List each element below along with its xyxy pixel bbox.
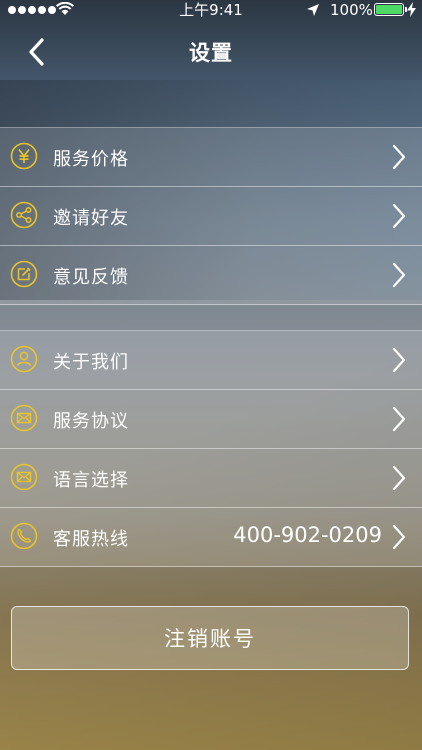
menu-item-feedback[interactable]: 意见反馈 (0, 246, 422, 305)
menu-item-about-us[interactable]: 关于我们 (0, 330, 422, 390)
menu-item-service-agreement[interactable]: 服务协议 (0, 390, 422, 449)
settings-group-1: 服务价格 邀请好友 意见反馈 (0, 127, 422, 305)
menu-item-label: 语言选择 (53, 470, 129, 491)
status-bar: 上午9:41 100% (0, 0, 422, 22)
chevron-right-icon (392, 465, 406, 491)
chevron-right-icon (392, 144, 406, 170)
settings-screen: 上午9:41 100% 设置 服务价格 邀请好友 意见反馈 关于我们 服务协议 … (0, 0, 422, 750)
chevron-right-icon (392, 262, 406, 288)
menu-item-label: 服务协议 (53, 411, 129, 432)
battery-icon (374, 3, 407, 16)
user-icon (10, 345, 38, 373)
settings-group-2: 关于我们 服务协议 语言选择 客服热线 400-902-0209 (0, 330, 422, 567)
chevron-right-icon (392, 347, 406, 373)
menu-item-label: 意见反馈 (53, 267, 129, 288)
share-icon (10, 201, 38, 229)
yen-icon (10, 142, 38, 170)
menu-item-customer-hotline[interactable]: 客服热线 400-902-0209 (0, 508, 422, 567)
charging-bolt-icon (407, 2, 416, 17)
logout-button[interactable]: 注销账号 (11, 606, 409, 670)
menu-item-label: 关于我们 (53, 352, 129, 373)
page-title: 设置 (189, 41, 233, 65)
chevron-right-icon (392, 203, 406, 229)
hotline-number: 400-902-0209 (233, 523, 382, 547)
mail-icon (10, 463, 38, 491)
menu-item-label: 客服热线 (53, 529, 129, 550)
nav-bar: 设置 (0, 22, 422, 80)
location-arrow-icon (307, 4, 319, 16)
chevron-right-icon (392, 524, 406, 550)
menu-item-label: 服务价格 (53, 149, 129, 170)
menu-item-language[interactable]: 语言选择 (0, 449, 422, 508)
edit-icon (10, 260, 38, 288)
menu-item-label: 邀请好友 (53, 208, 129, 229)
menu-item-service-price[interactable]: 服务价格 (0, 127, 422, 187)
mail-icon (10, 404, 38, 432)
chevron-right-icon (392, 406, 406, 432)
menu-item-invite-friends[interactable]: 邀请好友 (0, 187, 422, 246)
phone-icon (10, 522, 38, 550)
battery-percent: 100% (330, 1, 373, 19)
